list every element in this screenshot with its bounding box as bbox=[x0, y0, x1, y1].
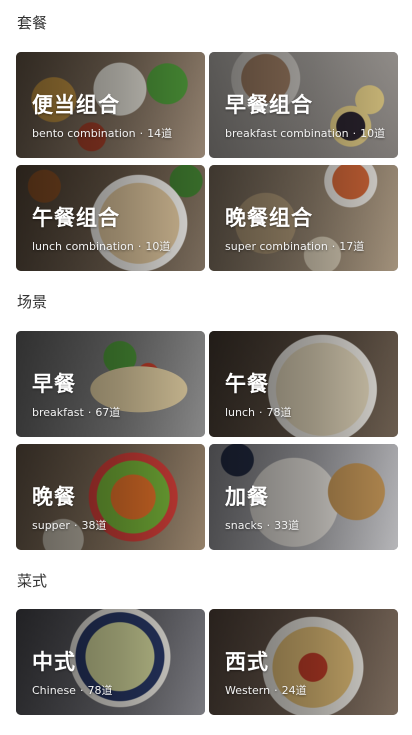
section-title-combos: 套餐 bbox=[17, 14, 48, 32]
card-western[interactable]: 西式 Western · 24道 bbox=[209, 609, 398, 715]
card-subtitle: super combination · 17道 bbox=[225, 240, 365, 253]
dish-count: 78道 bbox=[266, 406, 292, 419]
dish-count: 17道 bbox=[339, 240, 365, 253]
dish-count: 33道 bbox=[274, 519, 300, 532]
card-supper[interactable]: 晚餐 supper · 38道 bbox=[16, 444, 205, 550]
dish-count: 10道 bbox=[145, 240, 171, 253]
card-title: 中式 bbox=[32, 650, 76, 674]
card-subtitle: breakfast · 67道 bbox=[32, 406, 121, 419]
card-title: 午餐组合 bbox=[32, 206, 120, 230]
card-subtitle: breakfast combination · 10道 bbox=[225, 127, 386, 140]
dish-count: 14道 bbox=[147, 127, 173, 140]
dish-count: 38道 bbox=[81, 519, 107, 532]
card-subtitle: Western · 24道 bbox=[225, 684, 307, 697]
card-subtitle: bento combination · 14道 bbox=[32, 127, 173, 140]
card-title: 便当组合 bbox=[32, 93, 120, 117]
card-title: 午餐 bbox=[225, 372, 269, 396]
card-subtitle: lunch combination · 10道 bbox=[32, 240, 171, 253]
card-subtitle: supper · 38道 bbox=[32, 519, 107, 532]
card-title: 早餐 bbox=[32, 372, 76, 396]
dish-count: 10道 bbox=[360, 127, 386, 140]
card-breakfast-combination[interactable]: 早餐组合 breakfast combination · 10道 bbox=[209, 52, 398, 158]
card-snacks[interactable]: 加餐 snacks · 33道 bbox=[209, 444, 398, 550]
card-title: 西式 bbox=[225, 650, 269, 674]
card-subtitle: lunch · 78道 bbox=[225, 406, 292, 419]
card-subtitle: snacks · 33道 bbox=[225, 519, 300, 532]
dish-count: 78道 bbox=[87, 684, 113, 697]
card-lunch[interactable]: 午餐 lunch · 78道 bbox=[209, 331, 398, 437]
section-title-cuisines: 菜式 bbox=[17, 572, 48, 590]
card-title: 晚餐 bbox=[32, 485, 76, 509]
card-title: 早餐组合 bbox=[225, 93, 313, 117]
card-subtitle: Chinese · 78道 bbox=[32, 684, 113, 697]
card-title: 晚餐组合 bbox=[225, 206, 313, 230]
card-super-combination[interactable]: 晚餐组合 super combination · 17道 bbox=[209, 165, 398, 271]
card-lunch-combination[interactable]: 午餐组合 lunch combination · 10道 bbox=[16, 165, 205, 271]
card-chinese[interactable]: 中式 Chinese · 78道 bbox=[16, 609, 205, 715]
dish-count: 67道 bbox=[95, 406, 121, 419]
dish-count: 24道 bbox=[281, 684, 307, 697]
card-title: 加餐 bbox=[225, 485, 269, 509]
card-breakfast[interactable]: 早餐 breakfast · 67道 bbox=[16, 331, 205, 437]
section-title-scenes: 场景 bbox=[17, 293, 48, 311]
card-bento-combination[interactable]: 便当组合 bento combination · 14道 bbox=[16, 52, 205, 158]
